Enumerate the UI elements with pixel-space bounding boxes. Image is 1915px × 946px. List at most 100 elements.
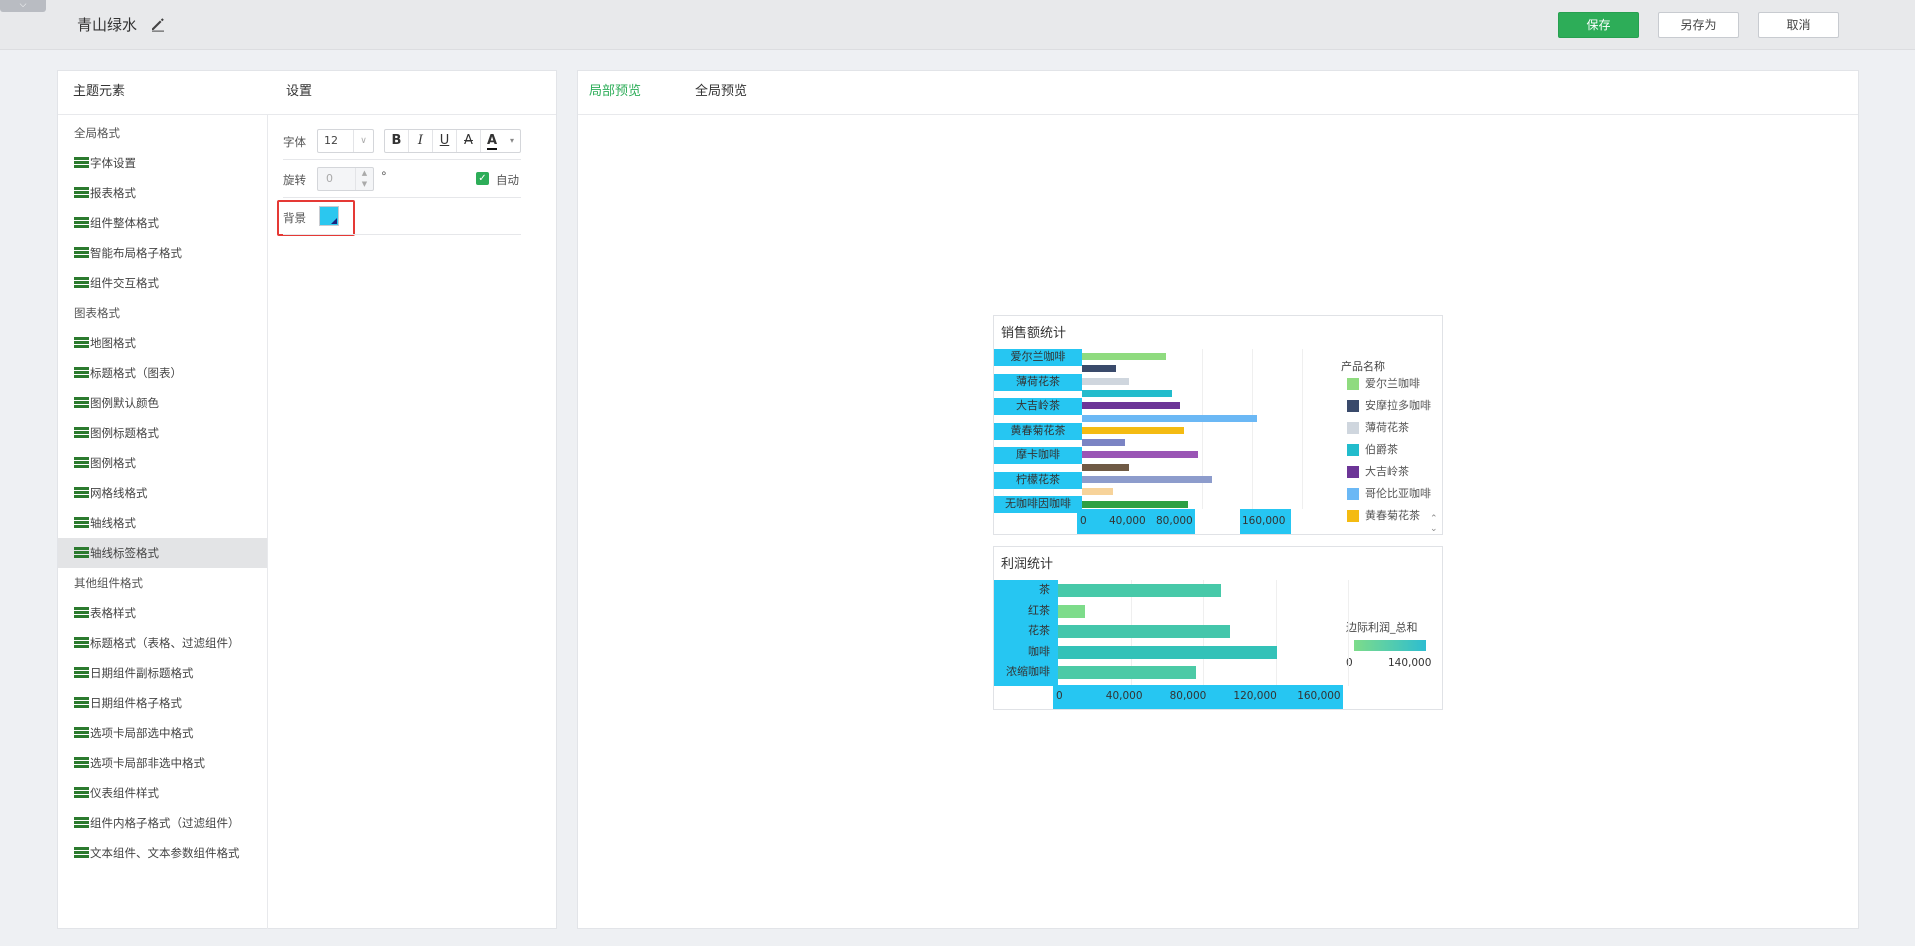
- bar[interactable]: [1082, 451, 1198, 459]
- tree-item-label: 图例默认颜色: [90, 396, 159, 410]
- edit-icon[interactable]: [150, 16, 166, 32]
- legend-label: 安摩拉多咖啡: [1365, 399, 1431, 412]
- bar[interactable]: [1082, 500, 1188, 508]
- bar[interactable]: [1082, 488, 1113, 496]
- bar[interactable]: [1082, 402, 1180, 410]
- tree-item[interactable]: 图例默认颜色: [58, 388, 267, 418]
- tree-item[interactable]: 组件交互格式: [58, 268, 267, 298]
- rotate-label: 旋转: [283, 173, 306, 187]
- tree-item[interactable]: 选项卡局部非选中格式: [58, 748, 267, 778]
- tree-item[interactable]: 表格样式: [58, 598, 267, 628]
- bar[interactable]: [1082, 426, 1184, 434]
- rotate-stepper[interactable]: ▲ ▼: [355, 168, 373, 190]
- settings-header: 设置: [286, 84, 313, 99]
- table-icon: [74, 757, 89, 769]
- bar[interactable]: [1082, 365, 1116, 373]
- table-icon: [74, 847, 89, 859]
- tree-item[interactable]: 日期组件格子格式: [58, 688, 267, 718]
- tree-item-label: 智能布局格子格式: [90, 246, 182, 260]
- tree-item[interactable]: 标题格式（图表）: [58, 358, 267, 388]
- text-format-toolbar: B I U A A ▾: [384, 129, 521, 153]
- tab-local-preview[interactable]: 局部预览: [589, 71, 641, 114]
- table-icon: [74, 637, 89, 649]
- bar[interactable]: [1082, 476, 1212, 483]
- bar[interactable]: [1082, 353, 1166, 360]
- tree-item[interactable]: 文本组件、文本参数组件格式: [58, 838, 267, 868]
- bar[interactable]: [1082, 414, 1257, 422]
- rotate-value: 0: [326, 172, 333, 185]
- bar[interactable]: [1058, 604, 1085, 618]
- legend-label: 哥伦比亚咖啡: [1365, 487, 1431, 500]
- tab-global-preview[interactable]: 全局预览: [695, 71, 747, 114]
- table-icon: [74, 727, 89, 739]
- strikethrough-button[interactable]: A: [457, 130, 481, 152]
- legend-scroll-icon[interactable]: ⌃ ⌄: [1430, 514, 1438, 534]
- legend-swatch: [1347, 400, 1359, 412]
- table-icon: [74, 457, 89, 469]
- auto-label: 自动: [496, 173, 519, 187]
- font-size-select[interactable]: 12 ∨: [317, 129, 374, 153]
- tree-item[interactable]: 图例标题格式: [58, 418, 267, 448]
- legend-swatch: [1347, 488, 1359, 500]
- tree-item[interactable]: 仪表组件样式: [58, 778, 267, 808]
- table-icon: [74, 517, 89, 529]
- tree-item[interactable]: 选项卡局部选中格式: [58, 718, 267, 748]
- tree-item-label: 选项卡局部选中格式: [90, 726, 194, 740]
- tree-item-label: 其他组件格式: [74, 576, 143, 590]
- sales-chart-card[interactable]: 销售额统计 产品名称 ⌃ ⌄ 爱尔兰咖啡 薄荷花茶 大吉岭茶 黄春菊花茶 摩卡咖啡 柠檬花茶…: [993, 315, 1443, 535]
- chevron-down-icon[interactable]: ⌵: [0, 0, 46, 12]
- tree-item[interactable]: 组件内格子格式（过滤组件）: [58, 808, 267, 838]
- underline-button[interactable]: U: [433, 130, 457, 152]
- tree-group-header[interactable]: 其他组件格式: [58, 568, 267, 598]
- bar[interactable]: [1058, 645, 1277, 659]
- tree-item-label: 图表格式: [74, 306, 120, 320]
- tree-group-header[interactable]: 全局格式: [58, 118, 267, 148]
- category-label: 爱尔兰咖啡: [994, 349, 1082, 366]
- gridline: [1302, 349, 1303, 509]
- table-icon: [74, 607, 89, 619]
- save-as-button[interactable]: 另存为: [1658, 12, 1739, 38]
- category-label: 茶: [1039, 583, 1050, 596]
- italic-button[interactable]: I: [409, 130, 433, 152]
- bar[interactable]: [1082, 463, 1129, 471]
- tree-item[interactable]: 轴线标签格式: [58, 538, 267, 568]
- tree-item[interactable]: 字体设置: [58, 148, 267, 178]
- tree-item-label: 标题格式（表格、过滤组件）: [90, 636, 240, 650]
- legend-label: 爱尔兰咖啡: [1365, 377, 1420, 390]
- x-tick-label: 80,000: [1169, 690, 1207, 702]
- tree-item[interactable]: 组件整体格式: [58, 208, 267, 238]
- tree-item-label: 字体设置: [90, 156, 136, 170]
- x-tick-label: 40,000: [1109, 515, 1146, 527]
- tree-item-label: 图例格式: [90, 456, 136, 470]
- tree-item[interactable]: 标题格式（表格、过滤组件）: [58, 628, 267, 658]
- cancel-button[interactable]: 取消: [1758, 12, 1839, 38]
- font-color-button[interactable]: A ▾: [481, 130, 518, 152]
- bar[interactable]: [1058, 666, 1196, 679]
- chevron-down-icon[interactable]: ∨: [353, 130, 373, 152]
- tree-item[interactable]: 网格线格式: [58, 478, 267, 508]
- bar[interactable]: [1082, 439, 1125, 447]
- tree-item[interactable]: 智能布局格子格式: [58, 238, 267, 268]
- top-bar: ⌵ 青山绿水 保存 另存为 取消: [0, 0, 1915, 50]
- rotate-input[interactable]: 0 ▲ ▼: [317, 167, 374, 191]
- category-label: 柠檬花茶: [994, 471, 1082, 489]
- legend-max-label: 140,000: [1388, 657, 1432, 669]
- x-tick-label: 160,000: [1242, 515, 1286, 527]
- profit-chart-card[interactable]: 利润统计 边际利润_总和 0 140,000 茶红茶 花茶 咖啡 浓缩咖啡 0 40,00…: [993, 546, 1443, 710]
- bold-button[interactable]: B: [385, 130, 409, 152]
- bar[interactable]: [1082, 389, 1172, 397]
- save-button[interactable]: 保存: [1558, 12, 1639, 38]
- bar[interactable]: [1058, 625, 1230, 638]
- category-label: 咖啡: [1028, 644, 1050, 658]
- tree-item[interactable]: 日期组件副标题格式: [58, 658, 267, 688]
- tree-item[interactable]: 图例格式: [58, 448, 267, 478]
- tree-group-header[interactable]: 图表格式: [58, 298, 267, 328]
- table-icon: [74, 427, 89, 439]
- tree-item[interactable]: 轴线格式: [58, 508, 267, 538]
- bar[interactable]: [1082, 377, 1129, 385]
- category-label: 浓缩咖啡: [1006, 665, 1050, 678]
- tree-item[interactable]: 报表格式: [58, 178, 267, 208]
- bar[interactable]: [1058, 584, 1221, 597]
- tree-item[interactable]: 地图格式: [58, 328, 267, 358]
- auto-checkbox[interactable]: ✓: [476, 172, 489, 185]
